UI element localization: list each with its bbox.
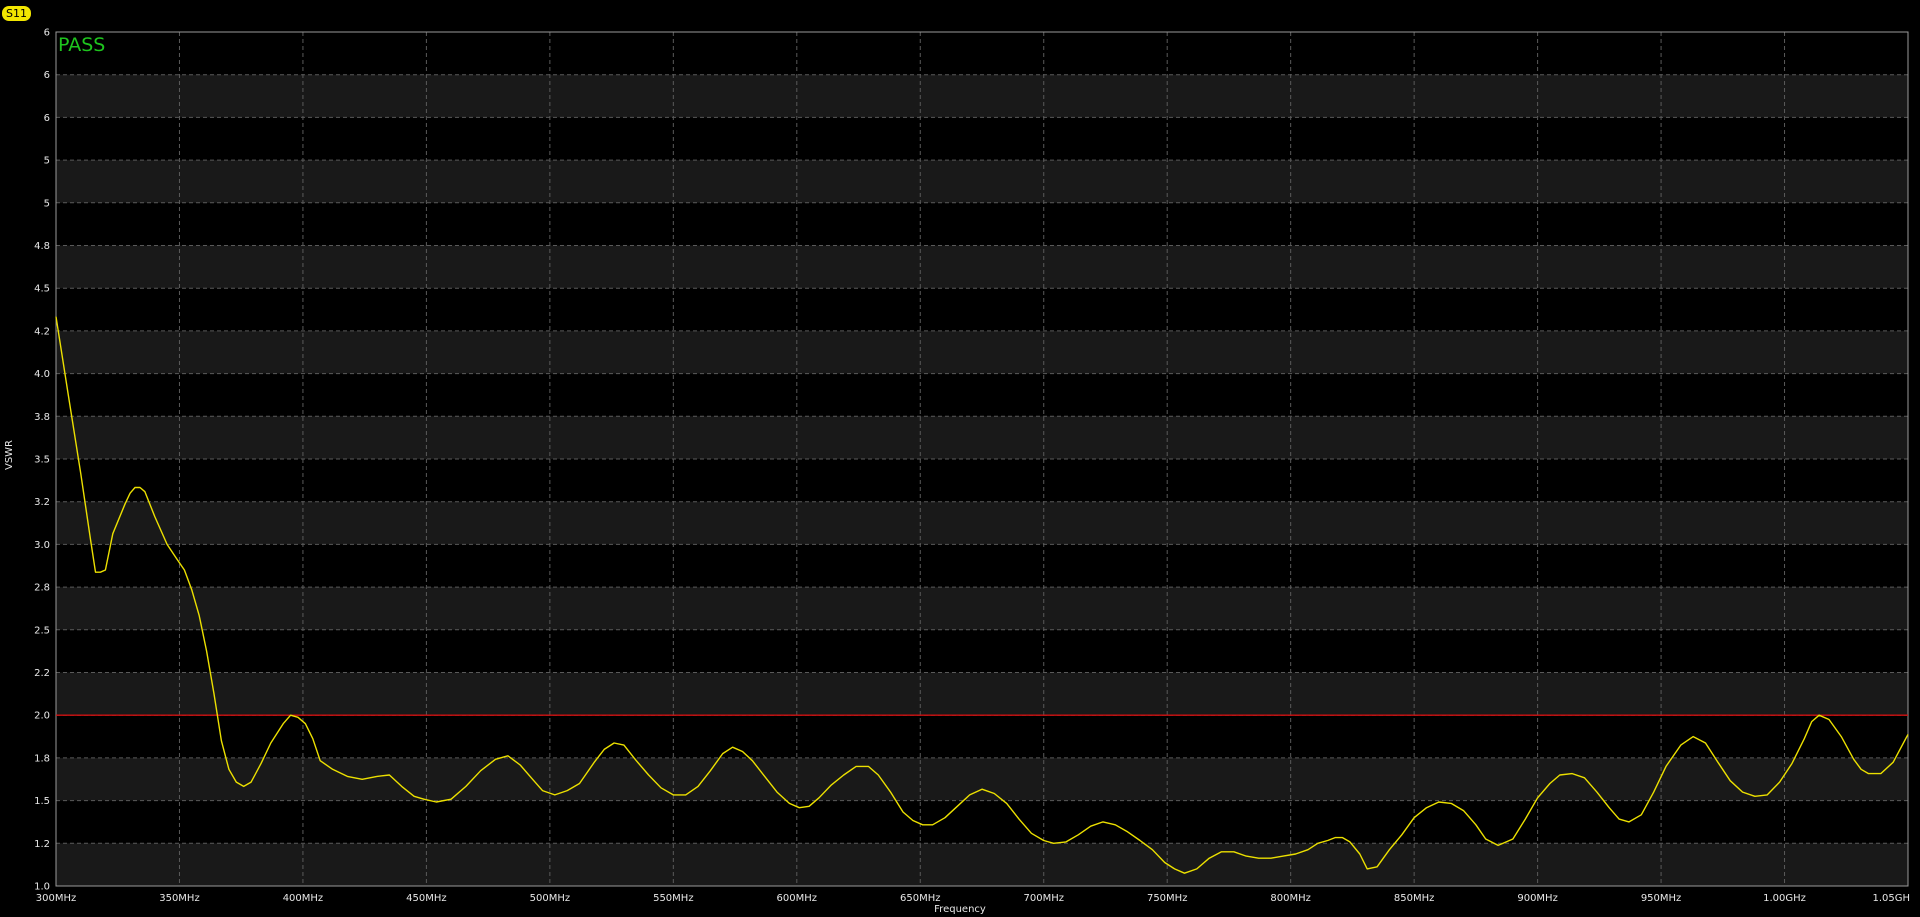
y-tick-label: 3.2 [34, 497, 50, 508]
y-tick-label: 1.2 [34, 839, 50, 850]
y-tick-label: 4.0 [34, 369, 50, 380]
x-tick-label: 550MHz [653, 893, 693, 904]
pass-status-label: PASS [58, 34, 106, 56]
y-axis-title: VSWR [4, 440, 15, 470]
y-tick-label: 3.0 [34, 540, 50, 551]
y-tick-label: 4.2 [34, 326, 50, 337]
y-tick-label: 2.8 [34, 583, 50, 594]
trace-badge-s11[interactable]: S11 [2, 6, 31, 21]
y-tick-label: 3.5 [34, 455, 50, 466]
y-tick-label: 4.5 [34, 284, 50, 295]
y-tick-label: 2.2 [34, 668, 50, 679]
plot-band [56, 672, 1908, 716]
plot-band [56, 587, 1908, 630]
y-tick-label: 6 [44, 113, 50, 124]
x-tick-label: 700MHz [1023, 893, 1063, 904]
x-tick-label: 900MHz [1517, 893, 1557, 904]
vswr-chart: 6 6 6 5 5 4.8 4.5 4.2 4.0 3.8 3.5 3.2 3.0 2.8 2.5 2.2 2.… [4, 28, 1910, 916]
x-tick-label: 1.05GH [1872, 893, 1910, 904]
plot-band [56, 245, 1908, 289]
y-tick-label: 2.5 [34, 625, 50, 636]
x-tick-label: 300MHz [36, 893, 76, 904]
x-tick-label: 1.00GHz [1763, 893, 1806, 904]
x-tick-label: 400MHz [283, 893, 323, 904]
y-tick-label: 5 [44, 156, 50, 167]
x-tick-label: 600MHz [777, 893, 817, 904]
x-tick-label: 650MHz [900, 893, 940, 904]
y-tick-labels: 6 6 6 5 5 4.8 4.5 4.2 4.0 3.8 3.5 3.2 3.0 2.8 2.5 2.2 2.… [34, 28, 50, 893]
y-tick-label: 3.8 [34, 412, 50, 423]
plot-bands [56, 74, 1908, 886]
y-tick-label: 5 [44, 198, 50, 209]
plot-band [56, 501, 1908, 545]
y-tick-label: 1.5 [34, 796, 50, 807]
x-tick-label: 750MHz [1147, 893, 1187, 904]
x-tick-label: 950MHz [1641, 893, 1681, 904]
plot-band [56, 330, 1908, 374]
x-tick-label: 450MHz [406, 893, 446, 904]
plot-band [56, 757, 1908, 801]
x-tick-labels: 300MHz 350MHz 400MHz 450MHz 500MHz 550MHz 600M… [36, 893, 1910, 904]
y-tick-label: 6 [44, 70, 50, 81]
y-tick-label: 6 [44, 28, 50, 39]
y-tick-label: 1.8 [34, 753, 50, 764]
plot-band [56, 74, 1908, 118]
y-tick-label: 4.8 [34, 241, 50, 252]
plot-band [56, 160, 1908, 203]
x-tick-label: 350MHz [159, 893, 199, 904]
y-tick-label: 1.0 [34, 882, 50, 893]
x-axis-title: Frequency [934, 904, 986, 915]
y-tick-label: 2.0 [34, 711, 50, 722]
x-tick-label: 800MHz [1270, 893, 1310, 904]
x-tick-label: 500MHz [530, 893, 570, 904]
x-tick-label: 850MHz [1394, 893, 1434, 904]
plot-band [56, 416, 1908, 459]
plot-band [56, 843, 1908, 886]
